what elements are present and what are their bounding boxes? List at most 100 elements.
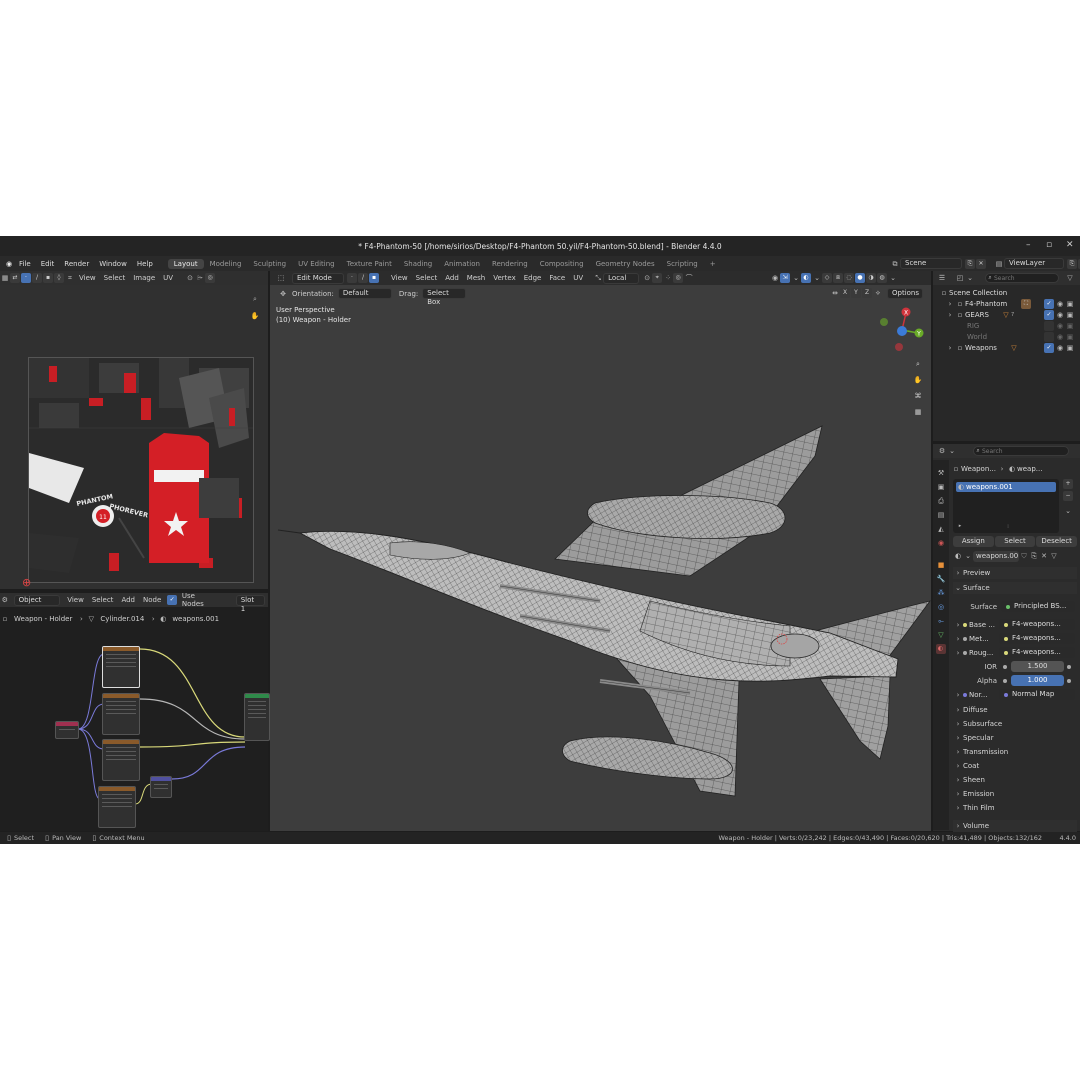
node-editor-type-icon[interactable]: ⚙ [0, 595, 10, 605]
ior-field[interactable]: 1.500 [1011, 661, 1064, 672]
zoom-icon[interactable]: ⌕ [250, 294, 260, 304]
material-slot-item[interactable]: ◐ weapons.001 [956, 482, 1056, 492]
alpha-field[interactable]: 1.000 [1011, 675, 1064, 686]
pivot-icon[interactable]: ⊙ [185, 273, 195, 283]
material-tab-icon[interactable]: ◐ [935, 644, 946, 654]
tab-compositing[interactable]: Compositing [534, 259, 590, 269]
outliner-search-input[interactable]: ⌕ Search [985, 273, 1059, 283]
scene-tab-icon[interactable]: ◭ [936, 524, 946, 534]
outliner-item[interactable]: › ▫ GEARS ▽ 7 ✓ ◉ ▣ [945, 309, 1075, 320]
checkbox-icon[interactable]: ✓ [1044, 342, 1054, 353]
tab-layout[interactable]: Layout [167, 258, 204, 269]
menu-window[interactable]: Window [94, 260, 132, 268]
slot-specials-icon[interactable]: ⌄ [1063, 506, 1073, 516]
expand-icon[interactable]: › [953, 648, 963, 658]
camera-icon[interactable]: ▣ [1065, 332, 1075, 342]
subsection-sheen[interactable]: › Sheen [953, 774, 985, 786]
eye-icon[interactable]: ◉ [1055, 310, 1065, 320]
view-layer-tab-icon[interactable]: ▤ [936, 510, 946, 520]
view-layer-selector[interactable]: ViewLayer [1004, 258, 1064, 269]
uv-menu-select[interactable]: Select [100, 274, 130, 282]
uv-sticky-icon[interactable]: ⌗ [65, 273, 75, 283]
new-view-layer-icon[interactable]: ⎘ [1067, 258, 1077, 269]
tab-geometry-nodes[interactable]: Geometry Nodes [590, 259, 661, 269]
2d-cursor-icon[interactable]: ⊕ [22, 576, 31, 589]
deselect-button[interactable]: Deselect [1036, 536, 1078, 547]
outliner-item[interactable]: › ▫ Weapons ▽ ✓ ◉ ▣ [945, 342, 1075, 353]
browse-material-icon[interactable]: ◐ [953, 551, 963, 561]
data-tab-icon[interactable]: ▽ [936, 630, 946, 640]
proportional-edit-icon[interactable]: ◎ [205, 273, 216, 283]
tab-scripting[interactable]: Scripting [661, 259, 704, 269]
node-menu-add[interactable]: Add [117, 596, 139, 604]
outliner-item[interactable]: › ▫ F4-Phantom ⛶ ✓ ◉ ▣ [945, 298, 1075, 309]
breadcrumb-material[interactable]: weapons.001 [168, 615, 223, 623]
modifier-tab-icon[interactable]: 🔧 [936, 574, 946, 584]
subsection-thin-film[interactable]: › Thin Film [953, 802, 995, 814]
subsection-specular[interactable]: › Specular [953, 732, 994, 744]
view-layer-icon[interactable]: ▤ [994, 259, 1004, 269]
image-texture-node[interactable] [102, 693, 140, 735]
expand-icon[interactable]: › [953, 620, 963, 630]
blender-logo-icon[interactable]: ◉ [4, 259, 14, 269]
editor-type-icon[interactable]: ▦ [0, 273, 10, 283]
tool-tab-icon[interactable]: ⚒ [936, 468, 946, 478]
camera-icon[interactable]: ▣ [1065, 299, 1075, 309]
editor-dropdown-icon[interactable]: ⌄ [947, 446, 957, 456]
eye-icon[interactable]: ◉ [1055, 343, 1065, 353]
subsection-subsurface[interactable]: › Subsurface [953, 718, 1003, 730]
image-texture-node[interactable] [102, 646, 140, 688]
checkbox-icon[interactable]: ✓ [1044, 298, 1054, 309]
subsection-diffuse[interactable]: › Diffuse [953, 704, 988, 716]
remove-slot-icon[interactable]: − [1063, 491, 1073, 501]
unlink-material-icon[interactable]: ✕ [1039, 551, 1049, 561]
island-select-icon[interactable]: ◊ [54, 273, 64, 283]
outliner-item[interactable]: World ◉ ▣ [955, 331, 1075, 342]
image-texture-node[interactable] [102, 739, 140, 781]
menu-file[interactable]: File [14, 260, 36, 268]
image-texture-node[interactable] [98, 786, 136, 828]
node-menu-node[interactable]: Node [139, 596, 165, 604]
principled-bsdf-node[interactable] [244, 693, 270, 741]
camera-icon[interactable]: ▣ [1065, 310, 1075, 320]
checkbox-icon[interactable]: ✓ [1044, 309, 1054, 320]
roughness-field[interactable]: F4-weapons... [999, 647, 1075, 658]
world-tab-icon[interactable]: ◉ [936, 538, 946, 548]
face-select-icon[interactable]: ▪ [43, 273, 53, 283]
list-expand-icon[interactable]: ▸ [955, 521, 965, 531]
render-tab-icon[interactable]: ▣ [936, 482, 946, 492]
close-icon[interactable]: ✕ [1066, 240, 1074, 250]
menu-edit[interactable]: Edit [36, 260, 60, 268]
tab-sculpting[interactable]: Sculpting [247, 259, 292, 269]
tab-uv-editing[interactable]: UV Editing [292, 259, 341, 269]
shader-mode-dropdown[interactable]: Object [13, 594, 61, 606]
edge-select-icon[interactable]: / [32, 273, 42, 283]
duplicate-material-icon[interactable]: ⎘ [1029, 551, 1039, 561]
breadcrumb-object[interactable]: Weapon - Holder [10, 615, 76, 623]
select-button[interactable]: Select [994, 536, 1036, 547]
eye-icon[interactable]: ◉ [1055, 332, 1065, 342]
browse-dropdown-icon[interactable]: ⌄ [963, 551, 973, 561]
filter-dropdown-icon[interactable]: ⌄ [965, 273, 975, 283]
properties-editor-type-icon[interactable]: ⚙ [937, 446, 947, 456]
fake-user-icon[interactable]: ⛉ [1019, 551, 1029, 561]
tab-texture-paint[interactable]: Texture Paint [341, 259, 398, 269]
resize-handle-icon[interactable]: ⁞ [1003, 522, 1013, 532]
camera-icon[interactable]: ▣ [1065, 321, 1075, 331]
maximize-icon[interactable]: ▫ [1046, 240, 1052, 250]
scene-selector[interactable]: Scene [900, 258, 962, 269]
checkbox-icon[interactable] [1044, 320, 1054, 331]
breadcrumb-mesh[interactable]: Cylinder.014 [96, 615, 148, 623]
menu-render[interactable]: Render [59, 260, 94, 268]
minimize-icon[interactable]: – [1026, 240, 1031, 250]
phantom-wireframe-model[interactable] [270, 271, 931, 831]
expand-icon[interactable]: › [945, 310, 955, 320]
uv-texture-image[interactable]: 11 PHANTOM PHOREVER [28, 357, 254, 583]
particles-tab-icon[interactable]: ⁂ [936, 588, 946, 598]
node-menu-view[interactable]: View [63, 596, 88, 604]
scene-icon[interactable]: ⧉ [890, 259, 900, 269]
camera-icon[interactable]: ▣ [1065, 343, 1075, 353]
tab-rendering[interactable]: Rendering [486, 259, 534, 269]
physics-tab-icon[interactable]: ◎ [936, 602, 946, 612]
normal-field[interactable]: Normal Map [999, 689, 1075, 700]
